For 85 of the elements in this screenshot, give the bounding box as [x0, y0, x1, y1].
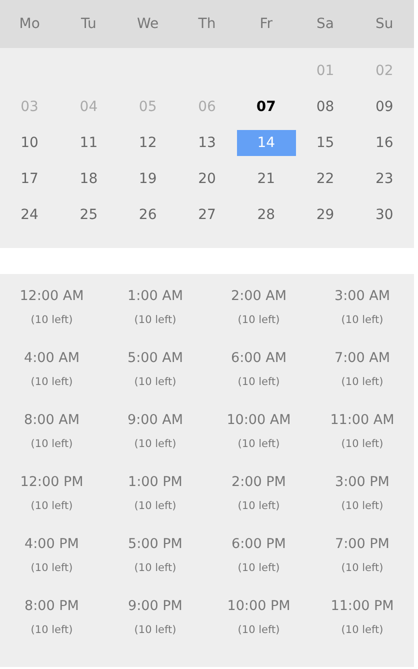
weekday-label: Su — [376, 16, 394, 32]
time-slot-label[interactable]: 7:00 PM — [335, 532, 390, 556]
time-slot-label[interactable]: 1:00 AM — [128, 284, 183, 308]
calendar-day[interactable]: 08 — [296, 94, 355, 120]
calendar-day[interactable]: 28 — [236, 202, 296, 228]
availability-count: (10 left) — [341, 313, 384, 328]
availability-count: (10 left) — [341, 375, 384, 390]
weekday-label: We — [137, 16, 159, 32]
time-slot-label[interactable]: 12:00 AM — [20, 284, 84, 308]
time-slot-label[interactable]: 12:00 PM — [20, 470, 84, 494]
availability-count: (10 left) — [30, 499, 73, 514]
calendar-day[interactable]: 29 — [296, 202, 355, 228]
availability-count: (10 left) — [341, 561, 384, 576]
availability-count: (10 left) — [134, 375, 176, 390]
time-slot-label[interactable]: 10:00 PM — [227, 594, 290, 618]
availability-count: (10 left) — [134, 499, 176, 514]
weekday-label: Mo — [19, 16, 40, 32]
weekday-label: Tu — [81, 16, 96, 32]
time-slot-label[interactable]: 11:00 PM — [330, 594, 394, 618]
availability-count: (10 left) — [238, 375, 280, 390]
calendar-day[interactable]: 12 — [118, 130, 178, 156]
availability-count: (10 left) — [30, 623, 73, 638]
calendar-day[interactable]: 26 — [118, 202, 178, 228]
availability-count: (10 left) — [134, 437, 176, 452]
calendar-day[interactable]: 14 — [236, 130, 296, 156]
time-slot-label[interactable]: 3:00 AM — [334, 284, 390, 308]
calendar-day[interactable]: 17 — [0, 166, 60, 192]
calendar-day[interactable]: 01 — [296, 58, 355, 84]
calendar-day[interactable]: 13 — [177, 130, 236, 156]
calendar-day[interactable]: 09 — [354, 94, 414, 120]
calendar-day[interactable]: 10 — [0, 130, 60, 156]
calendar-day[interactable]: 20 — [177, 166, 236, 192]
time-slot-label[interactable]: 9:00 AM — [128, 408, 183, 432]
calendar-day[interactable]: 27 — [177, 202, 236, 228]
availability-count: (10 left) — [238, 623, 280, 638]
time-slot-label[interactable]: 11:00 AM — [330, 408, 394, 432]
availability-count: (10 left) — [30, 437, 73, 452]
availability-count: (10 left) — [238, 499, 280, 514]
time-slot-label[interactable]: 5:00 PM — [128, 532, 182, 556]
calendar-day[interactable]: 24 — [0, 202, 60, 228]
calendar-day[interactable]: 23 — [354, 166, 414, 192]
time-slot-label[interactable]: 8:00 PM — [24, 594, 79, 618]
time-slot-label[interactable]: 4:00 AM — [24, 346, 80, 370]
availability-count: (10 left) — [238, 437, 280, 452]
availability-count: (10 left) — [30, 313, 73, 328]
availability-count: (10 left) — [134, 561, 176, 576]
calendar-day[interactable]: 06 — [177, 94, 236, 120]
calendar-day[interactable]: 03 — [0, 94, 60, 120]
availability-count: (10 left) — [341, 499, 384, 514]
time-slot-label[interactable]: 2:00 PM — [232, 470, 286, 494]
calendar-day[interactable]: 02 — [354, 58, 414, 84]
calendar-day[interactable]: 30 — [354, 202, 414, 228]
calendar-day[interactable]: 15 — [296, 130, 355, 156]
calendar-day[interactable]: 18 — [59, 166, 118, 192]
calendar-day[interactable]: 22 — [296, 166, 355, 192]
calendar-day[interactable]: 04 — [59, 94, 118, 120]
availability-count: (10 left) — [30, 561, 73, 576]
availability-count: (10 left) — [341, 623, 384, 638]
time-slot-label[interactable]: 3:00 PM — [335, 470, 390, 494]
time-slot-label[interactable]: 2:00 AM — [231, 284, 286, 308]
time-slot-label[interactable]: 6:00 PM — [232, 532, 286, 556]
time-slot-label[interactable]: 9:00 PM — [128, 594, 182, 618]
calendar-day[interactable]: 19 — [118, 166, 178, 192]
time-slot-label[interactable]: 4:00 PM — [24, 532, 79, 556]
calendar-day[interactable]: 07 — [236, 94, 296, 120]
calendar-day[interactable]: 16 — [354, 130, 414, 156]
availability-count: (10 left) — [341, 437, 384, 452]
weekday-label: Fr — [260, 16, 273, 32]
time-slot-label[interactable]: 1:00 PM — [128, 470, 182, 494]
time-slot-label[interactable]: 10:00 AM — [226, 408, 291, 432]
availability-count: (10 left) — [238, 313, 280, 328]
weekday-label: Sa — [316, 16, 334, 32]
time-slot-label[interactable]: 8:00 AM — [24, 408, 80, 432]
calendar-day[interactable]: 25 — [59, 202, 118, 228]
availability-count: (10 left) — [134, 313, 176, 328]
calendar-day[interactable]: 05 — [118, 94, 178, 120]
time-slot-label[interactable]: 6:00 AM — [231, 346, 286, 370]
weekday-label: Th — [198, 16, 216, 32]
calendar-day[interactable]: 11 — [59, 130, 118, 156]
availability-count: (10 left) — [134, 623, 176, 638]
time-slot-label[interactable]: 7:00 AM — [334, 346, 390, 370]
availability-count: (10 left) — [30, 375, 73, 390]
calendar-day[interactable]: 21 — [236, 166, 296, 192]
availability-count: (10 left) — [238, 561, 280, 576]
time-slot-label[interactable]: 5:00 AM — [128, 346, 183, 370]
